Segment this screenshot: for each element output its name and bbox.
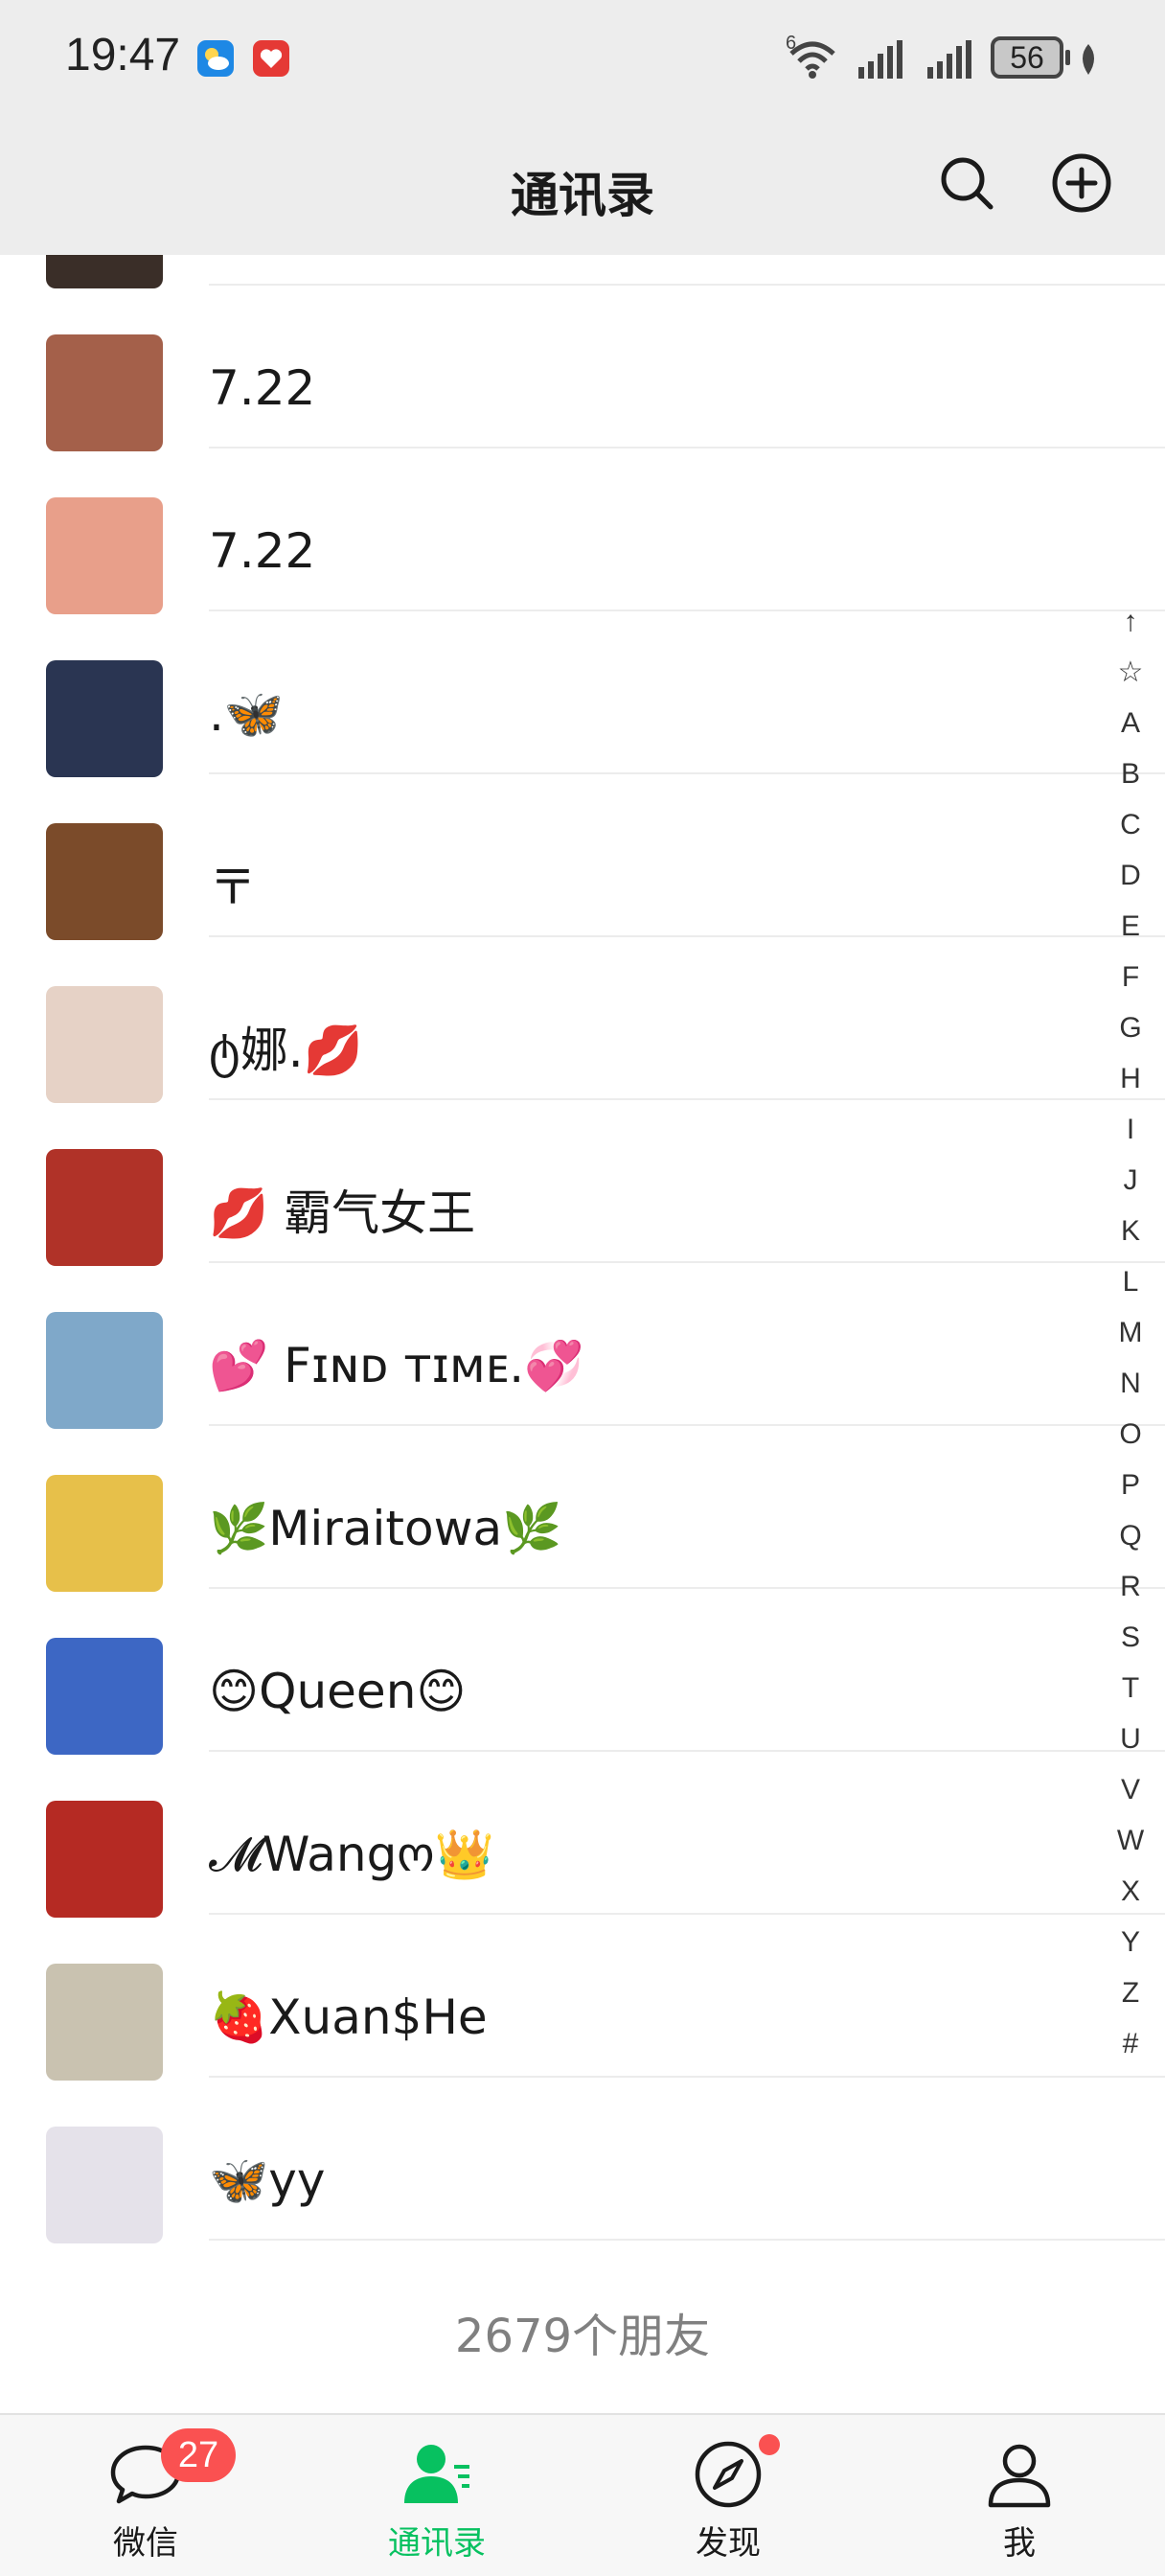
index-letter[interactable]: Q (1111, 1510, 1150, 1561)
contacts-icon (404, 2445, 469, 2503)
avatar (46, 1312, 163, 1429)
contact-name: 〒 (209, 860, 257, 915)
index-letter[interactable]: T (1111, 1663, 1150, 1714)
unread-badge: 27 (161, 2428, 236, 2482)
list-item[interactable]: 💕 Fɪɴᴅ ᴛɪᴍᴇ.💞 (0, 1263, 1165, 1429)
page-header: 通讯录 (0, 119, 1165, 255)
weather-app-icon (197, 40, 234, 77)
list-item[interactable]: .🦋 (0, 611, 1165, 777)
compass-icon (695, 2441, 762, 2508)
person-icon (988, 2444, 1051, 2508)
avatar (46, 1801, 163, 1918)
contact-name: .🦋 (209, 686, 285, 742)
avatar (46, 660, 163, 777)
list-item[interactable]: 🍓Xuan$He (0, 1915, 1165, 2081)
bottom-tab-bar: 27 微信 通讯录 发现 我 (0, 2413, 1165, 2576)
tab-label: 发现 (696, 2524, 761, 2563)
index-letter[interactable]: R (1111, 1561, 1150, 1612)
contact-name: 🦋yy (209, 2152, 326, 2208)
index-letter[interactable]: L (1111, 1256, 1150, 1307)
index-letter[interactable]: A (1111, 698, 1150, 748)
signal-icon (927, 40, 971, 79)
friend-count: 2679个朋友 (454, 2310, 711, 2363)
list-item[interactable]: 〒 (0, 774, 1165, 940)
contact-name: 💕 Fɪɴᴅ ᴛɪᴍᴇ.💞 (209, 1338, 584, 1393)
contact-name: 🍓Xuan$He (209, 1990, 488, 2045)
status-time: 19:47 (65, 30, 181, 80)
index-letter[interactable]: W (1111, 1815, 1150, 1866)
avatar (46, 1475, 163, 1592)
status-bar: 19:47 6 56 (0, 0, 1165, 119)
avatar (46, 255, 163, 288)
index-letter[interactable]: I (1111, 1104, 1150, 1155)
index-letter[interactable]: X (1111, 1866, 1150, 1917)
index-letter[interactable]: H (1111, 1053, 1150, 1104)
list-item[interactable] (0, 255, 1165, 288)
contact-name: 😊Queen😊 (209, 1664, 467, 1719)
index-letter[interactable]: V (1111, 1764, 1150, 1815)
list-item[interactable]: 7.22 (0, 286, 1165, 451)
plus-circle-icon[interactable] (1050, 151, 1113, 215)
avatar (46, 823, 163, 940)
index-letter[interactable]: B (1111, 748, 1150, 799)
index-letter[interactable]: N (1111, 1358, 1150, 1409)
index-letter[interactable]: F (1111, 952, 1150, 1002)
list-item[interactable]: 🌿Miraitowa🌿 (0, 1426, 1165, 1592)
tab-label: 通讯录 (388, 2524, 486, 2563)
index-letter[interactable]: # (1111, 2018, 1150, 2069)
signal-icon (858, 40, 902, 79)
battery-tip (1065, 50, 1070, 65)
index-letter[interactable]: P (1111, 1460, 1150, 1510)
index-letter[interactable]: ☆ (1111, 647, 1150, 698)
index-letter[interactable]: U (1111, 1714, 1150, 1764)
avatar (46, 1149, 163, 1266)
contact-list[interactable]: 7.22 7.22 .🦋 〒 ტ娜.💋 💋 霸气女王 💕 Fɪɴᴅ ᴛɪᴍᴇ.💞 🌿Mirai… (0, 255, 1165, 2413)
index-letter[interactable]: D (1111, 850, 1150, 901)
index-letter[interactable]: C (1111, 799, 1150, 850)
index-letter[interactable]: J (1111, 1155, 1150, 1206)
index-letter[interactable]: O (1111, 1409, 1150, 1460)
contact-name: 💋 霸气女王 (209, 1185, 476, 1241)
avatar (46, 497, 163, 614)
index-letter[interactable]: E (1111, 901, 1150, 952)
contact-name: 🌿Miraitowa🌿 (209, 1501, 562, 1556)
index-letter[interactable]: K (1111, 1206, 1150, 1256)
avatar (46, 2127, 163, 2243)
battery-icon: 56 (991, 36, 1063, 79)
list-item[interactable]: 7.22 (0, 448, 1165, 614)
index-letter[interactable]: G (1111, 1002, 1150, 1053)
list-item[interactable]: ტ娜.💋 (0, 937, 1165, 1103)
index-letter[interactable]: Z (1111, 1967, 1150, 2018)
tab-chats[interactable]: 27 微信 (0, 2415, 291, 2576)
network-type: 6 (786, 33, 797, 54)
list-item[interactable]: 🦋yy (0, 2078, 1165, 2243)
divider (209, 2239, 1165, 2241)
index-letter[interactable]: M (1111, 1307, 1150, 1358)
contact-name: 𝓜Wangო👑 (209, 1827, 494, 1882)
health-app-icon (253, 40, 289, 77)
index-letter[interactable]: S (1111, 1612, 1150, 1663)
avatar (46, 334, 163, 451)
tab-contacts[interactable]: 通讯录 (291, 2415, 582, 2576)
tab-discover[interactable]: 发现 (582, 2415, 874, 2576)
tab-label: 微信 (113, 2524, 178, 2563)
contact-name: ტ娜.💋 (209, 1023, 363, 1078)
search-icon[interactable] (935, 151, 998, 215)
index-letter[interactable]: Y (1111, 1917, 1150, 1967)
list-item[interactable]: 💋 霸气女王 (0, 1100, 1165, 1266)
list-item[interactable]: 😊Queen😊 (0, 1589, 1165, 1755)
avatar (46, 1964, 163, 2081)
new-dot (759, 2434, 780, 2455)
index-letter[interactable]: ↑ (1111, 596, 1150, 647)
list-item[interactable]: 𝓜Wangო👑 (0, 1752, 1165, 1918)
tab-me[interactable]: 我 (874, 2415, 1165, 2576)
contact-name: 7.22 (209, 360, 316, 416)
tab-label: 我 (1003, 2524, 1036, 2563)
avatar (46, 1638, 163, 1755)
alphabet-index[interactable]: ↑ ☆ A B C D E F G H I J K L M N O P Q R S T U V W X Y Z # (1111, 596, 1150, 2069)
avatar (46, 986, 163, 1103)
leaf-icon (1083, 44, 1094, 75)
contact-name: 7.22 (209, 523, 316, 579)
